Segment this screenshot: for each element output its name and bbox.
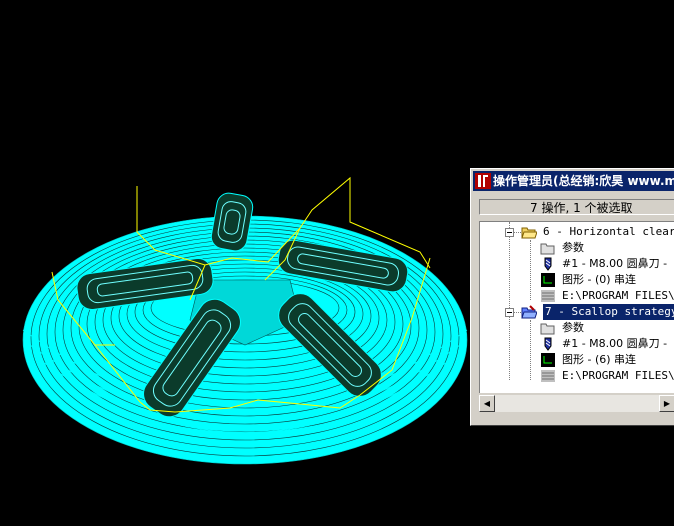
tree-item-label: #1 - M8.00 圆鼻刀 -	[562, 257, 668, 270]
tree-item-label: 参数	[562, 321, 584, 334]
tool-icon	[544, 257, 552, 271]
folder-open-selected-icon	[521, 305, 537, 319]
folder-icon	[540, 243, 555, 255]
tree-item-label: 7 - Scallop strategy -	[543, 304, 674, 320]
window-title: 操作管理员(总经销:欣昊 www.m	[493, 174, 674, 188]
scroll-left-button[interactable]: ◀	[479, 395, 495, 412]
folder-open-icon	[521, 227, 537, 239]
wheel-model	[22, 192, 468, 465]
tree-item-label: E:\PROGRAM FILES\MC	[562, 289, 674, 302]
scroll-right-button[interactable]: ▶	[659, 395, 674, 412]
scroll-left-icon: ◀	[483, 399, 491, 408]
tree-item-label: E:\PROGRAM FILES\MC	[562, 369, 674, 382]
operations-tree[interactable]: 6 - Horizontal clearin 参数 #1 - M8.00 圆鼻刀…	[479, 221, 674, 393]
tree-item-label: #1 - M8.00 圆鼻刀 -	[562, 337, 668, 350]
tree-item-label: 参数	[562, 241, 584, 254]
horizontal-scrollbar[interactable]: ◀ ▶	[479, 395, 674, 412]
mastercam-app-icon	[475, 172, 491, 189]
tree-connector	[509, 314, 510, 380]
selection-status: 7 操作, 1 个被选取	[479, 199, 674, 215]
operations-manager-window[interactable]: 操作管理员(总经销:欣昊 www.m 7 操作, 1 个被选取 6 - Hori…	[470, 168, 674, 426]
collapse-toggle-op7[interactable]	[505, 308, 514, 317]
tree-item-label: 图形 - (0) 串连	[562, 273, 637, 286]
collapse-toggle-op6[interactable]	[505, 228, 514, 237]
geometry-icon	[541, 353, 555, 367]
tree-item-label: 图形 - (6) 串连	[562, 353, 637, 366]
tree-connector	[530, 240, 531, 300]
scroll-right-icon: ▶	[663, 399, 671, 408]
tree-item-label: 6 - Horizontal clearin	[543, 225, 674, 238]
tree-connector	[530, 320, 531, 380]
toolpath-icon	[541, 290, 555, 302]
geometry-icon	[541, 273, 555, 287]
folder-icon	[540, 323, 555, 335]
toolpath-icon	[541, 370, 555, 382]
window-titlebar[interactable]: 操作管理员(总经销:欣昊 www.m	[473, 171, 674, 191]
tool-icon	[544, 337, 552, 351]
